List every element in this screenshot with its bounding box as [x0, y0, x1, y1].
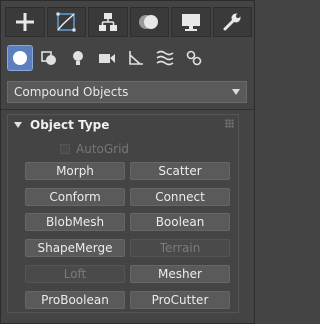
- procutter-button[interactable]: ProCutter: [130, 291, 230, 309]
- shapes-icon: [41, 51, 56, 65]
- category-space-warps[interactable]: [152, 45, 178, 71]
- terrain-button[interactable]: Terrain: [130, 239, 230, 257]
- command-panel: Compound Objects Object Type AutoGrid Mo…: [0, 0, 255, 324]
- systems-icon: [186, 50, 202, 66]
- checkbox-box: [60, 144, 70, 154]
- object-type-rollout: Object Type AutoGrid Morph Scatter Confo…: [7, 114, 239, 313]
- category-helpers[interactable]: [123, 45, 149, 71]
- collapse-triangle-icon: [14, 122, 22, 128]
- category-geometry[interactable]: [7, 45, 33, 71]
- rollout-title: Object Type: [30, 118, 110, 132]
- blobmesh-button[interactable]: BlobMesh: [25, 213, 125, 231]
- object-category-row: [7, 45, 207, 73]
- cameras-icon: [99, 54, 115, 63]
- drag-grip-icon[interactable]: [225, 119, 234, 128]
- morph-button[interactable]: Morph: [25, 162, 125, 180]
- display-monitor-icon: [181, 14, 200, 31]
- connect-button[interactable]: Connect: [130, 188, 230, 206]
- rollout-header[interactable]: Object Type: [8, 115, 238, 135]
- category-lights[interactable]: [65, 45, 91, 71]
- tab-display[interactable]: [171, 7, 211, 37]
- category-systems[interactable]: [181, 45, 207, 71]
- tab-utilities[interactable]: [212, 7, 252, 37]
- category-shapes[interactable]: [36, 45, 62, 71]
- tab-create[interactable]: [5, 7, 45, 37]
- command-panel-tabs: [5, 7, 252, 39]
- wrench-icon: [223, 13, 241, 31]
- motion-icon: [139, 15, 159, 29]
- geometry-sphere-icon: [13, 51, 27, 65]
- scatter-button[interactable]: Scatter: [130, 162, 230, 180]
- hierarchy-icon: [98, 13, 117, 31]
- plus-icon: [15, 13, 34, 31]
- modify-curve-icon: [56, 12, 76, 32]
- boolean-button[interactable]: Boolean: [130, 213, 230, 231]
- autogrid-label: AutoGrid: [76, 142, 130, 156]
- chevron-down-icon: [232, 89, 240, 95]
- divider: [1, 109, 254, 110]
- shapemerge-button[interactable]: ShapeMerge: [25, 239, 125, 257]
- category-cameras[interactable]: [94, 45, 120, 71]
- autogrid-checkbox[interactable]: AutoGrid: [60, 142, 129, 156]
- proboolean-button[interactable]: ProBoolean: [25, 291, 125, 309]
- mesher-button[interactable]: Mesher: [130, 265, 230, 283]
- tab-motion[interactable]: [129, 7, 169, 37]
- helpers-icon: [129, 51, 143, 65]
- loft-button[interactable]: Loft: [25, 265, 125, 283]
- space-warps-icon: [156, 50, 174, 66]
- conform-button[interactable]: Conform: [25, 188, 125, 206]
- category-dropdown[interactable]: Compound Objects: [7, 81, 247, 103]
- tab-hierarchy[interactable]: [88, 7, 128, 37]
- lights-icon: [73, 51, 83, 65]
- category-dropdown-value: Compound Objects: [14, 85, 129, 99]
- tab-modify[interactable]: [46, 7, 86, 37]
